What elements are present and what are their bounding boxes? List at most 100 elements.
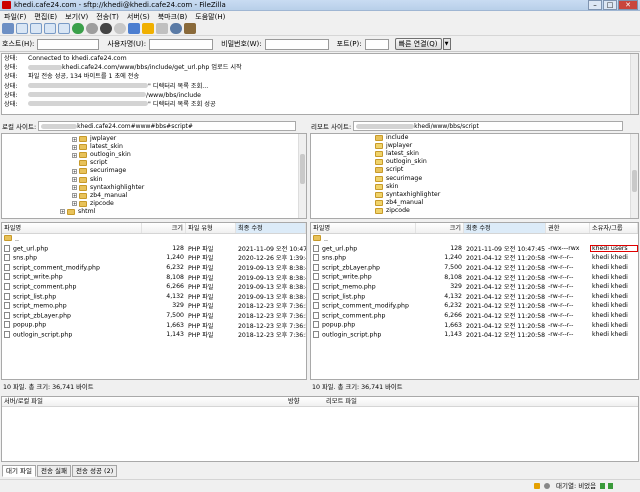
tree-item[interactable]: jwplayer	[375, 142, 638, 150]
tree-item[interactable]: + shtml	[60, 208, 306, 216]
site-manager-icon[interactable]	[2, 23, 14, 34]
refresh-icon[interactable]	[72, 23, 84, 34]
directory-filter-icon[interactable]	[142, 23, 154, 34]
table-row[interactable]: sns.php 1,240 2021-04-12 오전 11:20:58 -rw-r-…	[311, 253, 638, 263]
table-row[interactable]: ..	[2, 234, 306, 244]
menu-file[interactable]: 파일(F)	[0, 12, 30, 22]
queue-column-remote[interactable]: 리모트 파일	[326, 397, 446, 406]
column-size[interactable]: 크기	[416, 223, 464, 233]
password-input[interactable]	[264, 38, 329, 50]
tree-item[interactable]: + jwplayer	[72, 135, 306, 143]
table-row[interactable]: script_list.php 4,132 PHP 파일 2019-09-13 오후 …	[2, 292, 306, 302]
sync-browsing-icon[interactable]	[156, 23, 168, 34]
compare-icon[interactable]	[184, 23, 196, 34]
quickconnect-button[interactable]: 빠른 연결(Q)	[394, 38, 442, 50]
toggle-local-tree-icon[interactable]	[30, 23, 42, 34]
tree-item[interactable]: skin	[375, 183, 638, 191]
tree-item[interactable]: script	[72, 159, 306, 167]
quickconnect-dropdown[interactable]: ▼	[442, 38, 451, 50]
file-size: 329	[450, 283, 462, 291]
tree-item[interactable]: syntaxhighlighter	[375, 191, 638, 199]
tree-item[interactable]: + latest_skin	[72, 143, 306, 151]
host-input[interactable]	[37, 38, 100, 50]
table-row[interactable]: popup.php 1,663 PHP 파일 2018-12-23 오후 7:36:5	[2, 320, 306, 330]
column-owner[interactable]: 소유자/그룹	[590, 223, 638, 233]
close-button[interactable]: ✕	[618, 0, 638, 10]
queue-column-server-local[interactable]: 서버/로컬 파일	[2, 397, 288, 406]
tab-successful-transfers[interactable]: 전송 성공 (2)	[72, 465, 118, 477]
tree-item[interactable]: + zipcode	[72, 200, 306, 208]
table-row[interactable]: outlogin_script.php 1,143 2021-04-12 오전 11…	[311, 330, 638, 340]
file-name: script_zbLayer.php	[322, 264, 380, 272]
local-tree-scrollbar[interactable]	[298, 134, 306, 218]
table-row[interactable]: script_comment.php 6,266 2021-04-12 오전 11:…	[311, 311, 638, 321]
toggle-remote-tree-icon[interactable]	[44, 23, 56, 34]
menu-view[interactable]: 보기(V)	[61, 12, 92, 22]
tree-item[interactable]: zipcode	[375, 207, 638, 215]
port-input[interactable]	[364, 38, 389, 50]
table-row[interactable]: script_write.php 8,108 2021-04-12 오전 11:20…	[311, 272, 638, 282]
column-permissions[interactable]: 권한	[546, 223, 590, 233]
queue-column-direction[interactable]: 방향	[288, 397, 326, 406]
cancel-operation-icon[interactable]	[100, 23, 112, 34]
tree-item[interactable]: script	[375, 166, 638, 174]
search-icon[interactable]	[170, 23, 182, 34]
table-row[interactable]: outlogin_script.php 1,143 PHP 파일 2018-12-23…	[2, 330, 306, 340]
tab-queued-files[interactable]: 대기 파일	[2, 465, 36, 477]
column-modified[interactable]: 최종 수정	[236, 223, 306, 233]
log-line: 상태: khedi.cafe24.com/www/bbs/include/get_…	[4, 64, 242, 72]
file-type: PHP 파일	[188, 245, 214, 253]
menu-edit[interactable]: 편집(E)	[30, 12, 61, 22]
remote-site-path[interactable]: khedi/www/bbs/script	[353, 121, 624, 131]
tree-item[interactable]: securimage	[375, 174, 638, 182]
tree-item[interactable]: + securimage	[72, 167, 306, 175]
tab-failed-transfers[interactable]: 전송 실패	[37, 465, 71, 477]
table-row[interactable]: script_memo.php 329 2021-04-12 오전 11:20:58…	[311, 282, 638, 292]
tree-item[interactable]: zb4_manual	[375, 199, 638, 207]
tree-item[interactable]: + outlogin_skin	[72, 151, 306, 159]
table-row[interactable]: script_write.php 8,108 PHP 파일 2019-09-13 오후…	[2, 272, 306, 282]
redacted-text	[28, 92, 146, 98]
reconnect-icon[interactable]	[128, 23, 140, 34]
table-row[interactable]: get_url.php 128 2021-11-09 오전 10:47:45 -rwx…	[311, 244, 638, 254]
tree-item[interactable]: + skin	[72, 175, 306, 183]
file-modified: 2021-04-12 오전 11:20:58	[466, 284, 546, 292]
log-scrollbar[interactable]	[630, 54, 638, 114]
column-modified[interactable]: 최종 수정	[464, 223, 546, 233]
table-row[interactable]: script_comment.php 6,266 PHP 파일 2019-09-13 …	[2, 282, 306, 292]
menu-help[interactable]: 도움말(H)	[191, 12, 229, 22]
menu-transfer[interactable]: 전송(T)	[92, 12, 123, 22]
column-size[interactable]: 크기	[142, 223, 186, 233]
table-row[interactable]: ..	[311, 234, 638, 244]
table-row[interactable]: sns.php 1,240 PHP 파일 2020-12-26 오후 1:39:4	[2, 253, 306, 263]
maximize-button[interactable]: □	[603, 0, 617, 10]
remote-tree-scrollbar[interactable]	[630, 134, 638, 218]
toggle-queue-icon[interactable]	[58, 23, 70, 34]
table-row[interactable]: script_memo.php 329 PHP 파일 2018-12-23 오후 7:…	[2, 301, 306, 311]
tree-item[interactable]: + syntaxhighlighter	[72, 184, 306, 192]
column-type[interactable]: 파일 유형	[186, 223, 236, 233]
tree-item[interactable]: latest_skin	[375, 150, 638, 158]
table-row[interactable]: get_url.php 128 PHP 파일 2021-11-09 오전 10:47	[2, 244, 306, 254]
file-modified: 2021-11-09 오전 10:47	[238, 245, 306, 253]
local-site-path[interactable]: khedi.cafe24.com#www#bbs#script#	[38, 121, 297, 131]
tree-item[interactable]: + zb4_manual	[72, 192, 306, 200]
table-row[interactable]: script_zbLayer.php 7,500 2021-04-12 오전 11:…	[311, 263, 638, 273]
menu-server[interactable]: 서버(S)	[123, 12, 154, 22]
column-filename[interactable]: 파일명	[2, 223, 142, 233]
tree-item[interactable]: include	[375, 134, 638, 142]
folder-icon	[79, 160, 87, 167]
menu-bookmarks[interactable]: 북마크(B)	[154, 12, 192, 22]
table-row[interactable]: script_list.php 4,132 2021-04-12 오전 11:20:…	[311, 292, 638, 302]
disconnect-icon[interactable]	[114, 23, 126, 34]
column-filename[interactable]: 파일명	[311, 223, 416, 233]
tree-item[interactable]: outlogin_skin	[375, 158, 638, 166]
table-row[interactable]: script_comment_modify.php 6,232 PHP 파일 2019…	[2, 263, 306, 273]
process-queue-icon[interactable]	[86, 23, 98, 34]
table-row[interactable]: script_comment_modify.php 6,232 2021-04-12…	[311, 301, 638, 311]
table-row[interactable]: script_zbLayer.php 7,500 PHP 파일 2018-12-23 …	[2, 311, 306, 321]
user-input[interactable]	[149, 38, 214, 50]
toggle-log-icon[interactable]	[16, 23, 28, 34]
table-row[interactable]: popup.php 1,663 2021-04-12 오전 11:20:58 -rw-…	[311, 320, 638, 330]
minimize-button[interactable]: –	[588, 0, 602, 10]
